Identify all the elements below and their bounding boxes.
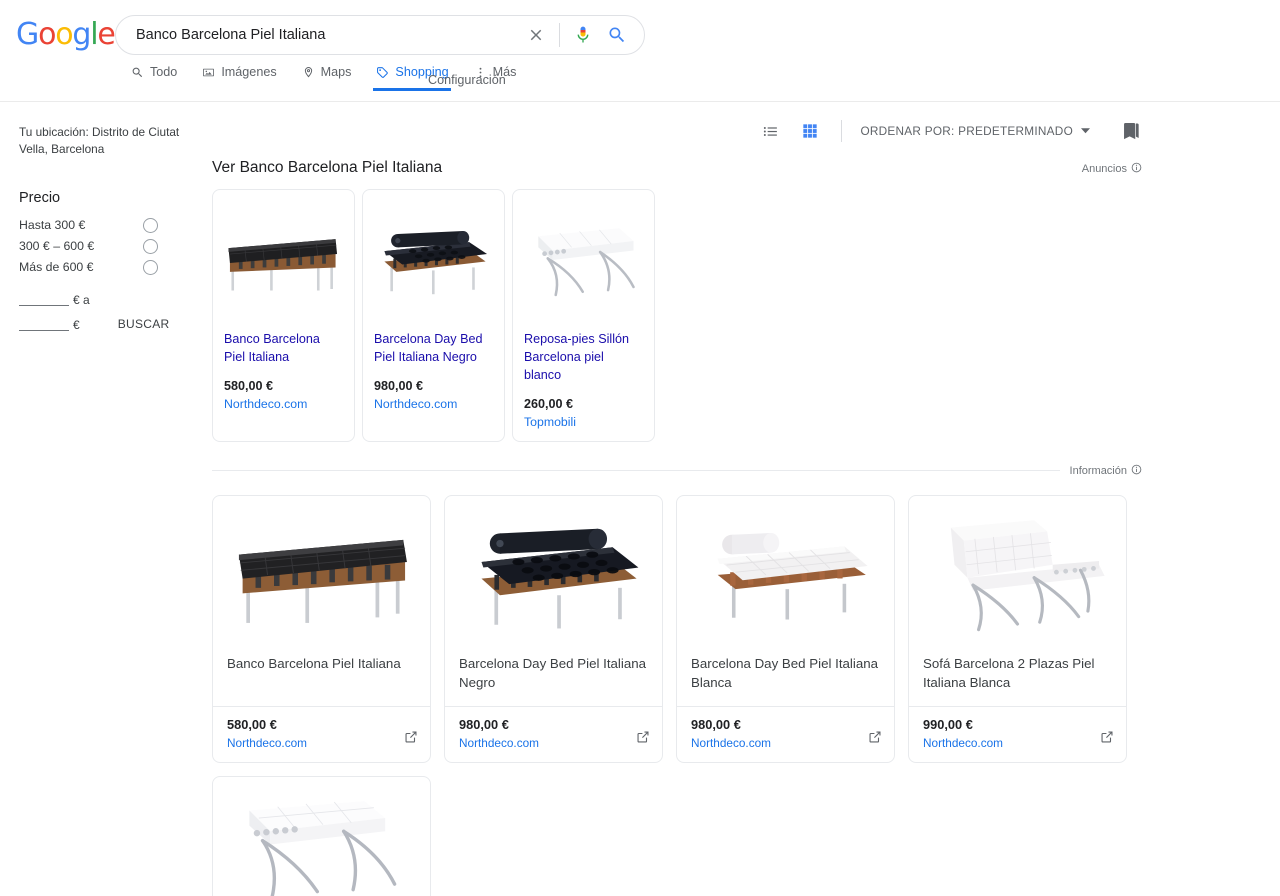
info-divider: Información bbox=[212, 464, 1142, 478]
product-title[interactable]: Barcelona Day Bed Piel Italiana Negro bbox=[445, 644, 662, 706]
ads-title: Ver Banco Barcelona Piel Italiana bbox=[212, 159, 443, 176]
tab-imagenes[interactable]: Imágenes bbox=[202, 63, 288, 91]
external-link-icon[interactable] bbox=[1100, 730, 1114, 749]
product-title[interactable]: Barcelona Day Bed Piel Italiana Blanca bbox=[677, 644, 894, 706]
map-pin-icon bbox=[302, 66, 315, 79]
product-merchant[interactable]: Northdeco.com bbox=[227, 736, 416, 750]
tab-maps[interactable]: Maps bbox=[302, 63, 364, 91]
ad-card[interactable]: Barcelona Day Bed Piel Italiana Negro 98… bbox=[362, 189, 505, 442]
black-daybed-image bbox=[374, 201, 493, 319]
product-merchant[interactable]: Northdeco.com bbox=[923, 736, 1112, 750]
external-link-icon[interactable] bbox=[636, 730, 650, 749]
tab-todo[interactable]: Todo bbox=[131, 63, 189, 91]
page-header: Google Todo bbox=[0, 0, 1280, 102]
ad-title[interactable]: Banco Barcelona Piel Italiana bbox=[224, 331, 343, 367]
price-max-field[interactable] bbox=[19, 316, 69, 333]
image-icon bbox=[202, 66, 215, 79]
settings-link[interactable]: Configuración bbox=[428, 73, 506, 87]
search-icon[interactable] bbox=[604, 22, 630, 48]
product-card[interactable]: Banco Barcelona Piel Italiana 580,00 € N… bbox=[212, 494, 431, 763]
tab-label: Maps bbox=[320, 65, 352, 79]
radio-icon[interactable] bbox=[143, 217, 158, 233]
product-merchant[interactable]: Northdeco.com bbox=[691, 736, 880, 750]
ad-merchant[interactable]: Northdeco.com bbox=[374, 397, 493, 411]
price-option-label: 300 € – 600 € bbox=[19, 239, 95, 254]
divider-line bbox=[212, 470, 1060, 472]
ads-label-text: Anuncios bbox=[1081, 163, 1127, 175]
price-filter-title: Precio bbox=[19, 190, 61, 207]
price-option-hasta-300[interactable]: Hasta 300 € bbox=[19, 215, 184, 235]
black-leather-bench-image bbox=[213, 496, 430, 644]
black-daybed-image bbox=[445, 496, 662, 644]
price-min-suffix: € a bbox=[73, 293, 90, 308]
product-title[interactable]: Sofá Barcelona 2 Plazas Piel Italiana Bl… bbox=[909, 644, 1126, 706]
black-leather-bench-image bbox=[224, 201, 343, 319]
location-text: Tu ubicación: Distrito de Ciutat Vella, … bbox=[19, 125, 180, 157]
page-body: Tu ubicación: Distrito de Ciutat Vella, … bbox=[0, 102, 1280, 896]
ad-merchant[interactable]: Topmobili bbox=[524, 415, 643, 429]
google-logo[interactable]: Google bbox=[16, 20, 116, 50]
product-results-grid: Banco Barcelona Piel Italiana 580,00 € N… bbox=[212, 494, 1142, 763]
product-results-grid-row2 bbox=[212, 775, 1142, 896]
ad-title[interactable]: Reposa-pies Sillón Barcelona piel blanco bbox=[524, 331, 643, 385]
search-divider bbox=[559, 23, 560, 47]
price-min-input[interactable] bbox=[19, 293, 69, 308]
results-main: Ver Banco Barcelona Piel Italiana Anunci… bbox=[212, 102, 1142, 896]
price-max-suffix: € bbox=[73, 318, 80, 333]
radio-icon[interactable] bbox=[143, 259, 158, 275]
search-input[interactable] bbox=[134, 26, 523, 44]
price-max-input[interactable] bbox=[19, 318, 69, 333]
product-footer: 980,00 € Northdeco.com bbox=[677, 705, 894, 762]
price-range-inputs: € a € BUSCAR bbox=[19, 291, 184, 333]
white-ottoman-image bbox=[213, 777, 430, 896]
search-icon bbox=[131, 66, 144, 79]
info-icon bbox=[1131, 464, 1142, 478]
external-link-icon[interactable] bbox=[868, 730, 882, 749]
info-label-text: Información bbox=[1069, 464, 1127, 477]
product-title[interactable]: Banco Barcelona Piel Italiana bbox=[213, 644, 430, 706]
price-option-label: Hasta 300 € bbox=[19, 218, 86, 233]
ad-card[interactable]: Reposa-pies Sillón Barcelona piel blanco… bbox=[512, 189, 655, 442]
product-card[interactable] bbox=[212, 775, 431, 896]
search-bar[interactable] bbox=[115, 15, 645, 55]
radio-icon[interactable] bbox=[143, 238, 158, 254]
microphone-icon[interactable] bbox=[570, 22, 596, 48]
white-sofa-image bbox=[909, 496, 1126, 644]
product-price: 980,00 € bbox=[459, 716, 509, 732]
white-daybed-image bbox=[677, 496, 894, 644]
ad-card[interactable]: Banco Barcelona Piel Italiana 580,00 € N… bbox=[212, 189, 355, 442]
filters-sidebar: Tu ubicación: Distrito de Ciutat Vella, … bbox=[0, 102, 200, 341]
ads-label[interactable]: Anuncios bbox=[1082, 162, 1142, 176]
price-option-300-600[interactable]: 300 € – 600 € bbox=[19, 236, 184, 256]
ad-price: 980,00 € bbox=[374, 378, 424, 393]
ads-header: Ver Banco Barcelona Piel Italiana Anunci… bbox=[212, 102, 1142, 177]
product-footer: 980,00 € Northdeco.com bbox=[445, 705, 662, 762]
tab-label: Imágenes bbox=[221, 65, 277, 79]
close-icon[interactable] bbox=[523, 22, 549, 48]
ad-title[interactable]: Barcelona Day Bed Piel Italiana Negro bbox=[374, 331, 493, 367]
price-min-field[interactable] bbox=[19, 291, 69, 308]
product-price: 580,00 € bbox=[227, 716, 277, 732]
product-card[interactable]: Barcelona Day Bed Piel Italiana Blanca 9… bbox=[676, 494, 895, 763]
price-tag-icon bbox=[376, 66, 389, 79]
price-search-button[interactable]: BUSCAR bbox=[118, 317, 170, 331]
ads-carousel[interactable]: Banco Barcelona Piel Italiana 580,00 € N… bbox=[212, 189, 926, 442]
info-icon bbox=[1131, 162, 1142, 176]
white-ottoman-image bbox=[524, 201, 643, 319]
price-option-label: Más de 600 € bbox=[19, 260, 94, 275]
product-card[interactable]: Sofá Barcelona 2 Plazas Piel Italiana Bl… bbox=[908, 494, 1127, 763]
product-merchant[interactable]: Northdeco.com bbox=[459, 736, 648, 750]
product-card[interactable]: Barcelona Day Bed Piel Italiana Negro 98… bbox=[444, 494, 663, 763]
ad-merchant[interactable]: Northdeco.com bbox=[224, 397, 343, 411]
product-price: 980,00 € bbox=[691, 716, 741, 732]
external-link-icon[interactable] bbox=[404, 730, 418, 749]
price-option-mas-600[interactable]: Más de 600 € bbox=[19, 257, 184, 277]
ad-price: 260,00 € bbox=[524, 396, 574, 411]
tab-label: Todo bbox=[150, 65, 178, 79]
product-price: 990,00 € bbox=[923, 716, 973, 732]
info-label[interactable]: Información bbox=[1070, 464, 1142, 478]
product-footer: 580,00 € Northdeco.com bbox=[213, 705, 430, 762]
ad-price: 580,00 € bbox=[224, 378, 274, 393]
product-footer: 990,00 € Northdeco.com bbox=[909, 705, 1126, 762]
